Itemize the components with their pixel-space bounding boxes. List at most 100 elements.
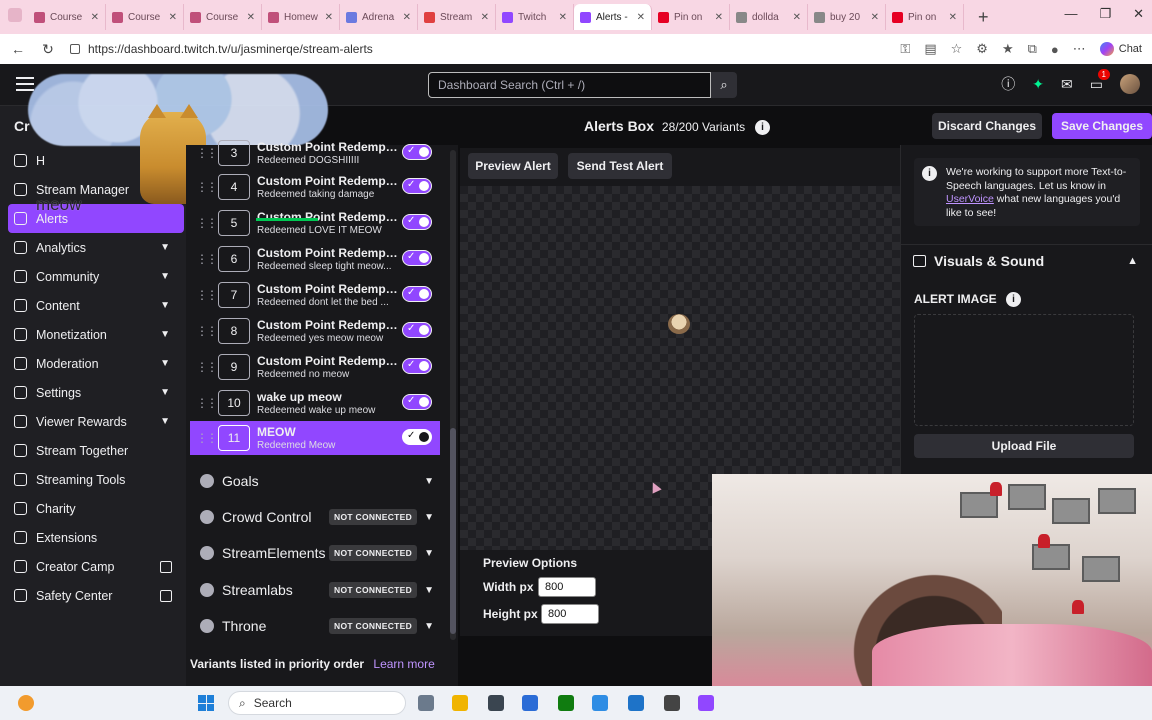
profile-icon[interactable]: ● [1051,42,1059,57]
variant-toggle[interactable]: ✓ [402,394,432,410]
sidebar-item-analytics[interactable]: Analytics ▼ [0,233,186,262]
drag-handle-icon[interactable]: ⋮⋮ [196,324,218,338]
sidebar-item-monetization[interactable]: Monetization ▼ [0,320,186,349]
browser-tab[interactable]: Stream ✕ [418,4,496,30]
variant-row[interactable]: ⋮⋮ 9 Custom Point Redempti... Redeemed no m… [190,350,440,384]
drag-handle-icon[interactable]: ⋮⋮ [196,252,218,266]
variant-toggle[interactable]: ✓ [402,178,432,194]
search-icon[interactable]: ⌕ [711,72,737,98]
extensions-icon[interactable]: ⚙ [976,41,988,57]
close-tab-icon[interactable]: ✕ [715,12,723,23]
drag-handle-icon[interactable]: ⋮⋮ [196,360,218,374]
integration-goals[interactable]: Goals ▼ [190,464,440,498]
integration-crowd-control[interactable]: Crowd Control NOT CONNECTED ▼ [190,500,440,534]
close-tab-icon[interactable]: ✕ [871,12,879,23]
browser-tab[interactable]: buy 20 ✕ [808,4,886,30]
variant-toggle[interactable]: ✓ [402,144,432,160]
back-icon[interactable]: ← [10,41,26,57]
close-tab-icon[interactable]: ✕ [559,12,567,23]
sidebar-item-stream-together[interactable]: Stream Together [0,436,186,465]
browser-tab[interactable]: Course ✕ [106,4,184,30]
file-explorer-icon[interactable] [452,695,468,711]
browser-tab[interactable]: Course ✕ [184,4,262,30]
copilot-app-icon[interactable] [592,695,608,711]
sidebar-item-charity[interactable]: Charity [0,494,186,523]
close-tab-icon[interactable]: ✕ [403,12,411,23]
width-input[interactable]: 800 [538,577,596,597]
variant-row[interactable]: ⋮⋮ 6 Custom Point Redempti... Redeemed slee… [190,242,440,276]
sidebar-item-settings[interactable]: Settings ▼ [0,378,186,407]
info-icon[interactable]: i [754,119,770,135]
variant-toggle[interactable]: ✓ [402,286,432,302]
close-tab-icon[interactable]: ✕ [637,12,645,23]
menu-icon[interactable] [16,77,34,91]
reload-icon[interactable]: ↻ [40,41,56,58]
drag-handle-icon[interactable]: ⋮⋮ [196,180,218,194]
variant-row[interactable]: ⋮⋮ 11 MEOW Redeemed Meow ✓ [190,421,440,455]
sidebar-item-community[interactable]: Community ▼ [0,262,186,291]
sidebar-item-viewer-rewards[interactable]: Viewer Rewards ▼ [0,407,186,436]
key-icon[interactable]: ⚿ [900,41,910,57]
uservoice-link[interactable]: UserVoice [946,193,994,205]
browser-tab[interactable]: Pin on ✕ [652,4,730,30]
weather-icon[interactable] [18,695,34,711]
close-tab-icon[interactable]: ✕ [481,12,489,23]
new-tab-icon[interactable]: + [978,7,989,28]
save-changes-button[interactable]: Save Changes [1052,113,1152,139]
sidebar-item-streaming-tools[interactable]: Streaming Tools [0,465,186,494]
close-tab-icon[interactable]: ✕ [949,12,957,23]
settings-app-icon[interactable] [488,695,504,711]
close-tab-icon[interactable]: ✕ [91,12,99,23]
avatar[interactable] [1120,74,1140,94]
sidebar-item-safety-center[interactable]: Safety Center [0,581,186,610]
browser-tab[interactable]: Course ✕ [28,4,106,30]
notes-app-icon[interactable] [522,695,538,711]
browser-tab[interactable]: Pin on ✕ [886,4,964,30]
reader-icon[interactable]: ▤ [924,41,936,57]
variant-toggle[interactable]: ✓ [402,429,432,445]
sidebar-item-moderation[interactable]: Moderation ▼ [0,349,186,378]
variant-toggle[interactable]: ✓ [402,214,432,230]
obs-icon[interactable] [664,695,680,711]
dashboard-search-input[interactable]: Dashboard Search (Ctrl + /) [428,72,711,98]
scrollbar-thumb[interactable] [450,428,456,634]
help-icon[interactable]: ⓘ [1001,74,1015,94]
favorites-icon[interactable]: ★ [1002,41,1014,57]
integration-streamlabs[interactable]: Streamlabs NOT CONNECTED ▼ [190,573,440,607]
tab-search-icon[interactable] [8,8,22,22]
alert-image-info-icon[interactable]: i [1006,292,1022,308]
discard-changes-button[interactable]: Discard Changes [932,113,1042,139]
send-test-alert-button[interactable]: Send Test Alert [568,153,672,179]
minimize-icon[interactable]: — [1064,6,1077,22]
drag-handle-icon[interactable]: ⋮⋮ [196,431,218,445]
variant-row[interactable]: ⋮⋮ 8 Custom Point Redempti... Redeemed yes … [190,314,440,348]
browser-tab[interactable]: Twitch ✕ [496,4,574,30]
close-tab-icon[interactable]: ✕ [247,12,255,23]
variant-row[interactable]: ⋮⋮ 5 Custom Point Redempti... Redeemed LOVE… [190,206,440,240]
drag-handle-icon[interactable]: ⋮⋮ [196,146,218,160]
drag-handle-icon[interactable]: ⋮⋮ [196,216,218,230]
integration-streamelements[interactable]: StreamElements NOT CONNECTED ▼ [190,536,440,570]
inbox-icon[interactable]: ✉ [1061,76,1073,93]
sidebar-item-alerts[interactable]: Alerts [8,204,184,233]
maximize-icon[interactable]: ❐ [1099,6,1111,22]
taskbar-search[interactable]: ⌕ Search [228,691,406,715]
close-window-icon[interactable]: ✕ [1133,6,1144,22]
collections-icon[interactable]: ⧉ [1028,41,1037,57]
variant-row[interactable]: ⋮⋮ 7 Custom Point Redempti... Redeemed dont… [190,278,440,312]
variant-list-scrollbar[interactable] [450,150,456,640]
drag-handle-icon[interactable]: ⋮⋮ [196,288,218,302]
variant-row[interactable]: ⋮⋮ 3 Custom Point Redempti... Redeemed DOGS… [190,136,440,170]
star-icon[interactable]: ☆ [951,41,963,57]
close-tab-icon[interactable]: ✕ [793,12,801,23]
alert-image-dropzone[interactable] [914,314,1134,426]
preview-alert-button[interactable]: Preview Alert [468,153,558,179]
height-input[interactable]: 800 [541,604,599,624]
more-icon[interactable]: ⋯ [1073,41,1086,57]
variant-toggle[interactable]: ✓ [402,358,432,374]
sidebar-item-content[interactable]: Content ▼ [0,291,186,320]
variant-row[interactable]: ⋮⋮ 10 wake up meow Redeemed wake up meow ✓ [190,386,440,420]
url-field[interactable]: https://dashboard.twitch.tv/u/jasminerqe… [70,42,886,56]
drag-handle-icon[interactable]: ⋮⋮ [196,396,218,410]
browser-tab[interactable]: Homew ✕ [262,4,340,30]
